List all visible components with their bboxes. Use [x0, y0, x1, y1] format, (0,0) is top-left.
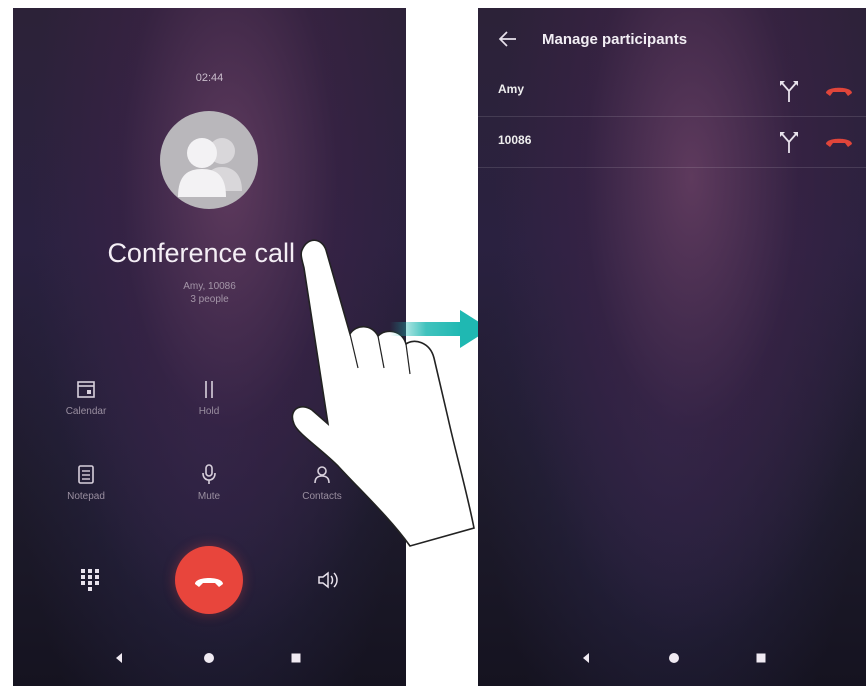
hold-label: Hold	[198, 406, 220, 417]
hold-icon	[205, 381, 213, 398]
tap-gesture-hand-icon	[291, 239, 475, 547]
speaker-icon	[318, 571, 338, 589]
back-nav-icon[interactable]	[580, 652, 592, 664]
dialpad-icon	[81, 569, 99, 591]
split-call-icon[interactable]	[778, 130, 800, 154]
navigation-bar	[13, 636, 406, 686]
calendar-button[interactable]: Calendar	[46, 378, 126, 417]
participant-name: 10086	[498, 133, 532, 147]
hangup-participant-icon[interactable]	[824, 84, 854, 98]
dialpad-button[interactable]	[79, 568, 101, 597]
hold-button[interactable]: Hold	[169, 378, 249, 417]
participant-row: 10086	[478, 117, 866, 168]
calendar-label: Calendar	[65, 406, 107, 417]
notepad-button[interactable]: Notepad	[46, 463, 126, 502]
manage-participants-screen: Manage participants Amy 10086	[478, 8, 866, 686]
split-call-icon[interactable]	[778, 79, 800, 103]
navigation-bar	[478, 636, 866, 686]
call-timer: 02:44	[195, 72, 224, 84]
phone-hangup-icon	[195, 578, 223, 587]
page-title: Manage participants	[542, 31, 688, 48]
notepad-icon	[78, 465, 94, 484]
back-arrow-icon[interactable]	[498, 30, 518, 48]
notepad-label: Notepad	[67, 491, 105, 502]
group-avatar	[160, 111, 258, 209]
speaker-button[interactable]	[316, 569, 340, 596]
conference-title-text: Conference call	[107, 238, 296, 268]
recents-nav-icon[interactable]	[290, 652, 302, 664]
recents-nav-icon[interactable]	[755, 652, 767, 664]
mic-icon	[202, 464, 216, 484]
participant-name: Amy	[498, 82, 525, 96]
home-nav-icon[interactable]	[668, 652, 680, 664]
hangup-participant-icon[interactable]	[824, 135, 854, 149]
mute-button[interactable]: Mute	[169, 463, 249, 502]
end-call-button[interactable]	[175, 546, 243, 614]
back-nav-icon[interactable]	[113, 652, 125, 664]
participant-row: Amy	[478, 66, 866, 117]
home-nav-icon[interactable]	[203, 652, 215, 664]
mute-label: Mute	[197, 491, 221, 502]
calendar-icon	[77, 381, 95, 398]
